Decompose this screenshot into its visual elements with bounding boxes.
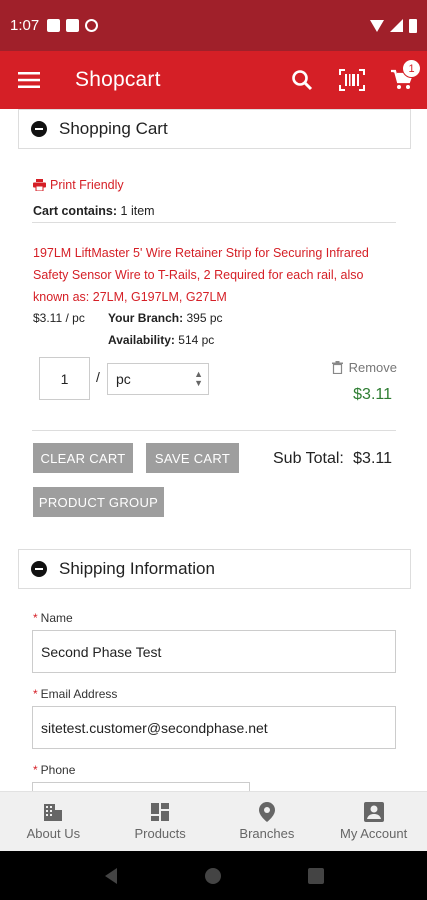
branch-stock: Your Branch: 395 pc: [108, 311, 223, 325]
grid-icon: [151, 803, 170, 821]
nav-products[interactable]: Products: [107, 792, 214, 851]
quantity-input[interactable]: 1: [39, 357, 90, 400]
barcode-scan-button[interactable]: [327, 51, 377, 109]
account-icon: [363, 802, 384, 822]
main-content[interactable]: Shopping Cart Print Friendly Cart contai…: [0, 109, 427, 791]
file-notification-icon: [66, 19, 80, 32]
shopping-cart-header[interactable]: Shopping Cart: [18, 109, 411, 149]
print-friendly-link[interactable]: Print Friendly: [33, 178, 124, 192]
nav-my-account-label: My Account: [340, 826, 408, 841]
gallery-notification-icon: [47, 19, 61, 32]
save-cart-button[interactable]: SAVE CART: [146, 443, 239, 473]
phone-label: * Phone: [33, 763, 75, 777]
select-arrows-icon: ▲ ▼: [194, 369, 203, 388]
back-icon[interactable]: [103, 867, 119, 885]
phone-label-text: Phone: [40, 763, 76, 777]
divider: [32, 430, 396, 431]
remove-button[interactable]: Remove: [331, 360, 397, 375]
availability: Availability: 514 pc: [108, 333, 214, 347]
email-label: * Email Address: [33, 687, 117, 701]
bottom-nav: About Us Products Branches My Account: [0, 791, 427, 851]
cart-button[interactable]: 1: [377, 51, 427, 109]
trash-icon: [331, 361, 343, 374]
shipping-info-title: Shipping Information: [59, 559, 215, 578]
required-mark: *: [33, 763, 38, 777]
shopping-cart-title: Shopping Cart: [59, 119, 168, 138]
product-title-link[interactable]: 197LM LiftMaster 5' Wire Retainer Strip …: [33, 242, 403, 308]
building-icon: [44, 804, 63, 821]
app-bar: Shopcart 1: [0, 51, 427, 109]
subtotal-value: $3.11: [353, 450, 392, 467]
required-mark: *: [33, 611, 38, 625]
search-button[interactable]: [277, 51, 327, 109]
barcode-icon: [339, 69, 365, 91]
unit-price: $3.11 / pc: [33, 311, 85, 325]
email-field[interactable]: sitetest.customer@secondphase.net: [32, 706, 396, 749]
blocked-notification-icon: [85, 19, 99, 32]
nav-products-label: Products: [134, 826, 186, 841]
unit-select-value: pc: [116, 371, 131, 387]
shipping-info-header[interactable]: Shipping Information: [18, 549, 411, 589]
availability-label: Availability:: [108, 333, 175, 347]
print-friendly-label: Print Friendly: [50, 178, 124, 192]
name-field[interactable]: Second Phase Test: [32, 630, 396, 673]
availability-value: 514 pc: [178, 333, 215, 347]
collapse-icon: [31, 121, 47, 137]
collapse-icon: [31, 561, 47, 577]
nav-branches-label: Branches: [239, 826, 295, 841]
nav-about-us-label: About Us: [26, 826, 81, 841]
cart-count-badge: 1: [402, 59, 421, 78]
cart-contains-label: Cart contains:: [33, 204, 118, 218]
divider: [32, 222, 396, 223]
qty-unit-separator: /: [96, 369, 100, 385]
map-pin-icon: [258, 802, 275, 822]
email-label-text: Email Address: [40, 687, 118, 701]
recents-icon[interactable]: [308, 867, 325, 884]
name-label-text: Name: [40, 611, 73, 625]
status-bar: 1:07: [0, 0, 427, 51]
subtotal-label: Sub Total:: [273, 450, 344, 467]
wifi-icon: [370, 19, 384, 32]
printer-icon: [33, 179, 46, 191]
app-title: Shopcart: [75, 68, 161, 91]
name-label: * Name: [33, 611, 73, 625]
search-icon: [292, 70, 313, 91]
line-total: $3.11: [353, 386, 392, 403]
system-nav-bar: [0, 851, 427, 900]
status-time: 1:07: [10, 17, 40, 34]
product-group-button[interactable]: PRODUCT GROUP: [33, 487, 164, 517]
phone-field[interactable]: [32, 782, 250, 791]
nav-branches[interactable]: Branches: [214, 792, 321, 851]
battery-icon: [409, 18, 417, 33]
cart-contains: Cart contains: 1 item: [33, 204, 155, 218]
required-mark: *: [33, 687, 38, 701]
branch-value: 395 pc: [186, 311, 223, 325]
signal-icon: [390, 19, 403, 32]
branch-label: Your Branch:: [108, 311, 184, 325]
unit-select[interactable]: pc ▲ ▼: [107, 363, 209, 395]
menu-icon[interactable]: [0, 51, 58, 109]
cart-contains-value: 1 item: [120, 204, 155, 218]
home-icon[interactable]: [204, 867, 222, 885]
nav-about-us[interactable]: About Us: [0, 792, 107, 851]
remove-label: Remove: [348, 360, 397, 375]
clear-cart-button[interactable]: CLEAR CART: [33, 443, 133, 473]
nav-my-account[interactable]: My Account: [320, 792, 427, 851]
